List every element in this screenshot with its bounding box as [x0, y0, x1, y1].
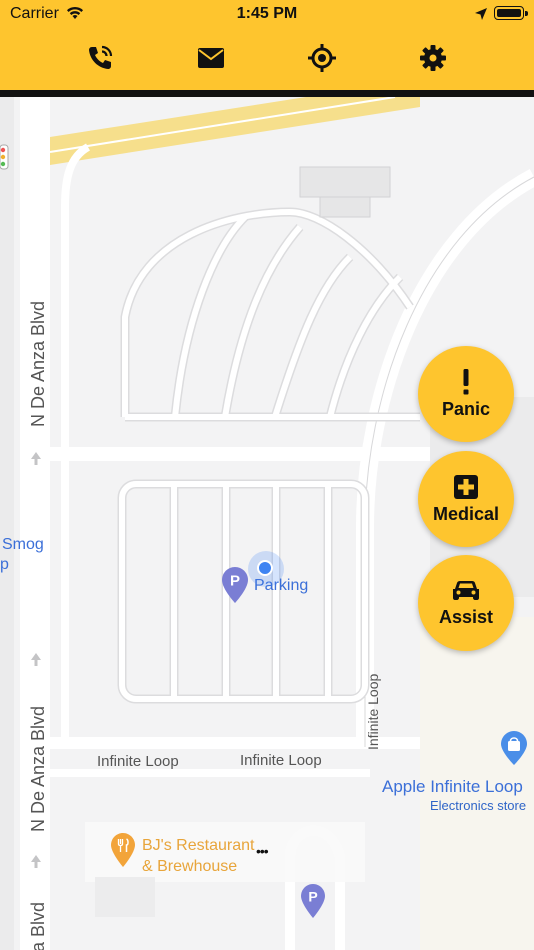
shopping-bag-pin-icon[interactable] — [500, 730, 528, 766]
phone-call-icon — [89, 45, 113, 69]
message-button[interactable] — [191, 40, 231, 76]
user-location-dot — [257, 560, 273, 576]
crosshair-icon — [308, 44, 336, 72]
restaurant-pin-icon[interactable] — [110, 832, 136, 868]
assist-button[interactable]: Assist — [418, 555, 514, 651]
call-button[interactable] — [80, 40, 120, 76]
road-label-de-anza-2: N De Anza Blvd — [28, 705, 48, 832]
road-label-infinite-loop-2: Infinite Loop — [240, 752, 322, 769]
medical-label: Medical — [432, 503, 500, 524]
location-arrow-icon — [475, 8, 487, 20]
svg-text:P: P — [230, 573, 240, 590]
toolbar-divider — [0, 90, 534, 97]
more-places-indicator[interactable]: ••• — [256, 843, 269, 859]
panic-button[interactable]: Panic — [418, 346, 514, 442]
battery-icon — [494, 6, 528, 20]
place-label-bjs-line1[interactable]: BJ's Restaurant — [142, 835, 254, 856]
status-time: 1:45 PM — [236, 5, 298, 22]
car-icon — [453, 580, 479, 600]
parking-pin-icon-2[interactable]: P — [300, 883, 326, 919]
road-label-de-anza: N De Anza Blvd — [28, 300, 48, 427]
place-label-apple-infinite-loop[interactable]: Apple Infinite Loop — [382, 777, 523, 797]
settings-button[interactable] — [413, 40, 453, 76]
mail-icon — [198, 48, 224, 68]
road-label-de-anza-3: a Blvd — [28, 901, 48, 950]
exclamation-icon — [463, 368, 469, 394]
place-category-electronics: Electronics store — [430, 798, 527, 813]
place-label-smog-line2: p — [0, 556, 9, 573]
status-bar: Carrier 1:45 PM — [0, 0, 534, 28]
medical-button[interactable]: Medical — [418, 451, 514, 547]
gear-icon — [420, 45, 446, 71]
place-label-bjs-line2: & Brewhouse — [142, 858, 238, 875]
place-label-smog[interactable]: Smog — [2, 536, 44, 554]
assist-label: Assist — [438, 606, 494, 627]
panic-label: Panic — [441, 398, 491, 419]
top-toolbar: Carrier 1:45 PM — [0, 0, 534, 90]
road-label-infinite-loop: Infinite Loop — [97, 753, 179, 770]
parking-pin-icon[interactable]: P — [221, 566, 249, 604]
medical-cross-icon — [454, 474, 478, 499]
svg-text:P: P — [308, 889, 317, 905]
road-label-infinite-loop-3: Infinite Loop — [365, 673, 381, 750]
locate-button[interactable] — [302, 40, 342, 76]
